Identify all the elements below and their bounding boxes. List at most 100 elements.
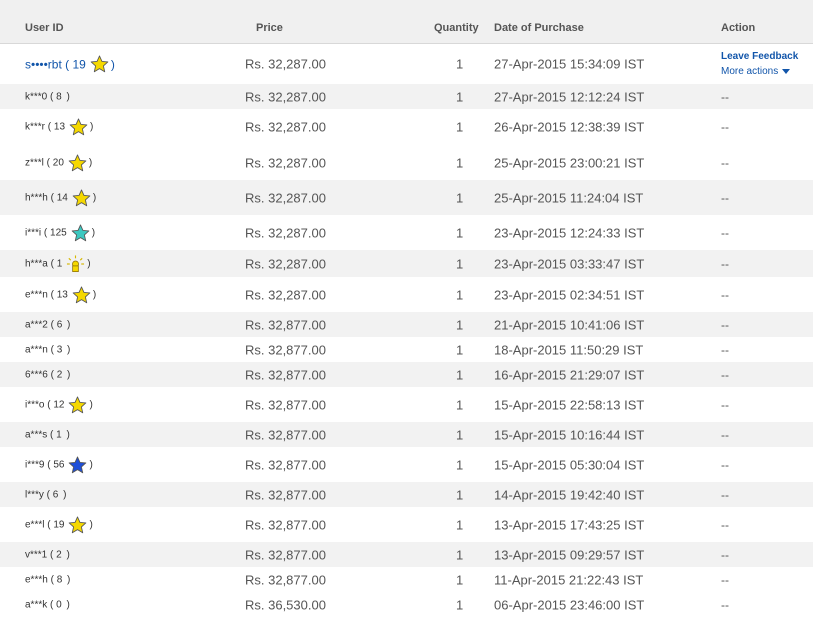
price-value: Rs. 32,877.00 (245, 572, 326, 587)
feedback-score-open: ( (45, 121, 54, 133)
feedback-score: 8 (56, 91, 62, 102)
action-placeholder: -- (721, 517, 729, 532)
quantity-value: 1 (456, 517, 464, 532)
buyer-username: 6***6 (25, 369, 48, 380)
purchase-date: 11-Apr-2015 21:22:43 IST (494, 572, 644, 587)
feedback-score-close: ) (88, 157, 93, 168)
buyer-username: a***n (25, 344, 48, 355)
table-body: s••••rbt ( 19) Rs. 32,287.00 1 27-Apr-2015 … (0, 44, 813, 617)
buyer-user-id: k***r ( 13) (25, 118, 93, 137)
action-placeholder: -- (721, 190, 729, 205)
feedback-score-open: ( (47, 549, 57, 560)
feedback-score-close: ) (64, 369, 71, 380)
price-value: Rs. 32,287.00 (245, 190, 326, 205)
buyer-user-id: e***n ( 13) (25, 285, 96, 304)
quantity-value: 1 (456, 225, 464, 240)
price-value: Rs. 32,877.00 (245, 427, 326, 442)
table-row: a***2 ( 6 ) Rs. 32,877.00 1 21-Apr-2015 10:… (0, 312, 813, 337)
action-placeholder: -- (721, 457, 729, 472)
purchase-date: 06-Apr-2015 23:46:00 IST (494, 597, 645, 612)
buyer-username: e***n (25, 289, 48, 300)
action-links: Leave Feedback More actions (721, 49, 798, 79)
table-row: i***o ( 12) Rs. 32,877.00 1 15-Apr-2015 22:… (0, 387, 813, 422)
buyer-username[interactable]: s••••rbt (25, 57, 62, 71)
action-placeholder: -- (721, 317, 729, 332)
price-value: Rs. 32,287.00 (245, 287, 326, 302)
purchase-history-table: User ID Price Quantity Date of Purchase … (0, 0, 813, 617)
new-member-icon-icon (66, 254, 85, 273)
buyer-username: i***9 (25, 459, 45, 470)
feedback-score-open: ( (44, 399, 54, 410)
purchase-date: 27-Apr-2015 15:34:09 IST (494, 56, 645, 72)
feedback-score-close: ) (63, 599, 70, 610)
purchase-date: 15-Apr-2015 22:58:13 IST (494, 397, 645, 412)
feedback-score-open: ( (47, 344, 57, 355)
buyer-user-id[interactable]: s••••rbt ( 19) (25, 55, 115, 74)
feedback-score-close: ) (64, 319, 71, 330)
column-header-price: Price (256, 22, 283, 34)
feedback-score: 1 (56, 258, 63, 269)
feedback-score: 8 (56, 574, 63, 585)
price-value: Rs. 32,287.00 (245, 56, 326, 72)
quantity-value: 1 (456, 457, 464, 472)
yellow-star-icon (72, 188, 91, 207)
purchase-date: 21-Apr-2015 10:41:06 IST (494, 317, 645, 332)
turquoise-star-icon (71, 223, 90, 242)
table-row: i***9 ( 56) Rs. 32,877.00 1 15-Apr-2015 05:… (0, 447, 813, 482)
purchase-date: 23-Apr-2015 02:34:51 IST (494, 287, 645, 302)
feedback-score-open: ( (47, 91, 57, 102)
yellow-star-icon (90, 55, 109, 74)
table-row: l***y ( 6 ) Rs. 32,877.00 1 14-Apr-2015 19:… (0, 482, 813, 507)
feedback-score-close: ) (60, 489, 67, 500)
column-header-date: Date of Purchase (494, 22, 584, 34)
table-row: a***k ( 0 ) Rs. 36,530.00 1 06-Apr-2015 23:… (0, 592, 813, 617)
buyer-username: e***l (25, 519, 45, 530)
feedback-score: 13 (53, 121, 66, 133)
yellow-star-icon (68, 515, 87, 534)
price-value: Rs. 32,877.00 (245, 457, 326, 472)
buyer-username: h***h (25, 192, 48, 203)
more-actions-dropdown[interactable]: More actions (721, 64, 798, 79)
purchase-date: 14-Apr-2015 19:42:40 IST (494, 487, 645, 502)
action-placeholder: -- (721, 367, 729, 382)
feedback-score-close: ) (91, 227, 96, 238)
column-header-user-id: User ID (25, 22, 64, 34)
buyer-user-id: 6***6 ( 2 ) (25, 369, 70, 380)
buyer-username: k***r (25, 121, 46, 133)
buyer-user-id: h***h ( 14) (25, 188, 96, 207)
price-value: Rs. 32,877.00 (245, 342, 326, 357)
quantity-value: 1 (456, 56, 464, 72)
price-value: Rs. 32,287.00 (245, 256, 326, 271)
price-value: Rs. 32,877.00 (245, 487, 326, 502)
buyer-user-id: k***0 ( 8 ) (25, 91, 70, 102)
buyer-user-id: z***l ( 20) (25, 153, 92, 172)
feedback-score-open: ( (47, 369, 57, 380)
buyer-username: i***i (25, 227, 42, 238)
buyer-user-id: e***l ( 19) (25, 515, 93, 534)
feedback-score-open: ( (44, 459, 54, 470)
purchase-date: 13-Apr-2015 17:43:25 IST (494, 517, 645, 532)
purchase-date: 15-Apr-2015 05:30:04 IST (494, 457, 645, 472)
purchase-date: 27-Apr-2015 12:12:24 IST (494, 89, 645, 104)
feedback-score-close: ) (110, 57, 115, 71)
price-value: Rs. 32,287.00 (245, 89, 326, 104)
price-value: Rs. 36,530.00 (245, 597, 326, 612)
purchase-date: 23-Apr-2015 12:24:33 IST (494, 225, 645, 240)
buyer-username: e***h (25, 574, 48, 585)
feedback-score-close: ) (63, 549, 70, 560)
action-placeholder: -- (721, 427, 729, 442)
price-value: Rs. 32,287.00 (245, 119, 326, 135)
table-row: v***1 ( 2 ) Rs. 32,877.00 1 13-Apr-2015 09:… (0, 542, 813, 567)
column-header-quantity: Quantity (434, 22, 479, 34)
feedback-score-close: ) (90, 121, 94, 133)
buyer-username: v***1 (25, 549, 48, 560)
quantity-value: 1 (456, 487, 464, 502)
buyer-username: a***k (25, 599, 48, 610)
feedback-score-open: ( (47, 258, 57, 269)
feedback-score-close: ) (64, 344, 71, 355)
leave-feedback-link[interactable]: Leave Feedback (721, 49, 798, 64)
action-placeholder: -- (721, 89, 729, 104)
price-value: Rs. 32,877.00 (245, 367, 326, 382)
buyer-username: k***0 (25, 91, 48, 102)
price-value: Rs. 32,877.00 (245, 547, 326, 562)
